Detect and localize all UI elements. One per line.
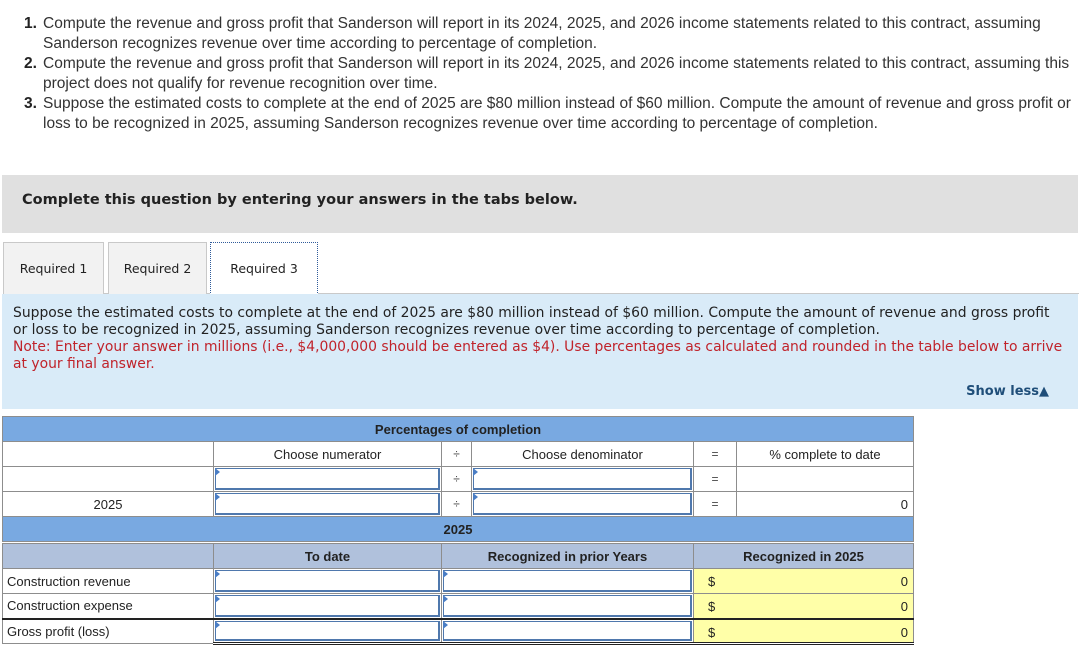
- question-number: 3.: [24, 95, 37, 112]
- denominator-dropdown[interactable]: [471, 466, 694, 492]
- income-row: Construction revenue $0: [2, 568, 914, 594]
- dropdown-flag-icon: [215, 570, 220, 578]
- to-date-field[interactable]: [215, 620, 440, 641]
- income-row: Gross profit (loss) $0: [2, 618, 914, 645]
- dropdown-flag-icon: [473, 468, 478, 476]
- prompt-note: Note: Enter your answer in millions (i.e…: [13, 339, 1063, 372]
- current-year-value: $0: [693, 618, 914, 645]
- current-year-amount: 0: [900, 574, 908, 589]
- prompt-panel: Suppose the estimated costs to complete …: [2, 294, 1078, 409]
- currency-symbol: $: [708, 624, 716, 640]
- to-date-field[interactable]: [215, 570, 440, 592]
- result-header: % complete to date: [736, 441, 914, 467]
- question-item: 2. Compute the revenue and gross profit t…: [24, 54, 1074, 94]
- percent-row-label: 2025: [2, 491, 214, 517]
- equals-sign: =: [693, 491, 737, 517]
- to-date-field[interactable]: [215, 595, 440, 617]
- current-year-amount: 0: [900, 624, 908, 640]
- year-header: 2025: [2, 516, 914, 542]
- income-row-label: Construction expense: [2, 593, 214, 619]
- percent-row-label: [2, 466, 214, 492]
- show-less-label: Show less: [966, 384, 1039, 399]
- dropdown-flag-icon: [215, 468, 220, 476]
- dropdown-flag-icon: [443, 620, 448, 629]
- equals-sign: =: [693, 466, 737, 492]
- currency-symbol: $: [708, 574, 716, 589]
- denominator-input[interactable]: [473, 468, 692, 490]
- current-year-amount: 0: [900, 599, 908, 614]
- prior-years-header: Recognized in prior Years: [441, 543, 694, 569]
- prior-years-field[interactable]: [443, 620, 692, 641]
- question-text: Suppose the estimated costs to complete …: [43, 95, 1071, 132]
- denominator-header: Choose denominator: [471, 441, 694, 467]
- current-year-value: $0: [693, 593, 914, 619]
- divide-sign: ÷: [441, 466, 472, 492]
- show-less-button[interactable]: Show less▲: [966, 383, 1049, 400]
- dropdown-flag-icon: [443, 595, 448, 603]
- tab-bar: Required 1 Required 2 Required 3: [3, 242, 1079, 295]
- prior-years-field[interactable]: [443, 595, 692, 617]
- question-number: 2.: [24, 55, 37, 72]
- question-list: 1. Compute the revenue and gross profit t…: [24, 14, 1074, 134]
- tab-required-3[interactable]: Required 3: [210, 242, 318, 295]
- percent-result: 0: [736, 491, 914, 517]
- prior-years-input[interactable]: [441, 618, 694, 645]
- percent-complete-table: Percentages of completion Choose numerat…: [2, 416, 914, 542]
- dropdown-flag-icon: [473, 493, 478, 501]
- to-date-input[interactable]: [213, 593, 442, 619]
- dropdown-flag-icon: [215, 595, 220, 603]
- dropdown-flag-icon: [215, 493, 220, 501]
- question-text: Compute the revenue and gross profit tha…: [43, 15, 1041, 52]
- question-text: Compute the revenue and gross profit tha…: [43, 55, 1070, 92]
- percent-table-title: Percentages of completion: [2, 416, 914, 442]
- to-date-header: To date: [213, 543, 442, 569]
- numerator-input[interactable]: [215, 493, 440, 515]
- denominator-input[interactable]: [473, 493, 692, 515]
- numerator-dropdown[interactable]: [213, 491, 442, 517]
- dropdown-flag-icon: [443, 570, 448, 578]
- numerator-header: Choose numerator: [213, 441, 442, 467]
- instruction-bar: Complete this question by entering your …: [2, 175, 1078, 233]
- income-table: To date Recognized in prior Years Recogn…: [2, 543, 914, 645]
- prior-years-field[interactable]: [443, 570, 692, 592]
- prior-years-input[interactable]: [441, 568, 694, 594]
- income-row-label: Gross profit (loss): [2, 618, 214, 644]
- numerator-input[interactable]: [215, 468, 440, 490]
- question-item: 1. Compute the revenue and gross profit t…: [24, 14, 1074, 54]
- income-row: Construction expense $0: [2, 593, 914, 619]
- percent-result: [736, 466, 914, 492]
- triangle-up-icon: ▲: [1039, 384, 1049, 399]
- divide-sign: ÷: [441, 491, 472, 517]
- income-header-blank: [2, 543, 214, 569]
- percent-row: 2025 ÷ = 0: [2, 491, 914, 517]
- prompt-text: Suppose the estimated costs to complete …: [13, 305, 1050, 338]
- currency-symbol: $: [708, 599, 716, 614]
- current-year-header: Recognized in 2025: [693, 543, 914, 569]
- question-number: 1.: [24, 15, 37, 32]
- instruction-text: Complete this question by entering your …: [22, 192, 578, 208]
- percent-row: ÷ =: [2, 466, 914, 492]
- prior-years-input[interactable]: [441, 593, 694, 619]
- income-row-label: Construction revenue: [2, 568, 214, 594]
- tab-required-2[interactable]: Required 2: [108, 242, 207, 294]
- question-item: 3. Suppose the estimated costs to complet…: [24, 94, 1074, 134]
- dropdown-flag-icon: [215, 620, 220, 629]
- divide-sign: ÷: [441, 441, 472, 467]
- numerator-dropdown[interactable]: [213, 466, 442, 492]
- tab-required-1[interactable]: Required 1: [3, 242, 104, 294]
- current-year-value: $0: [693, 568, 914, 594]
- to-date-input[interactable]: [213, 618, 442, 645]
- to-date-input[interactable]: [213, 568, 442, 594]
- denominator-dropdown[interactable]: [471, 491, 694, 517]
- equals-sign: =: [693, 441, 737, 467]
- percent-header-blank: [2, 441, 214, 467]
